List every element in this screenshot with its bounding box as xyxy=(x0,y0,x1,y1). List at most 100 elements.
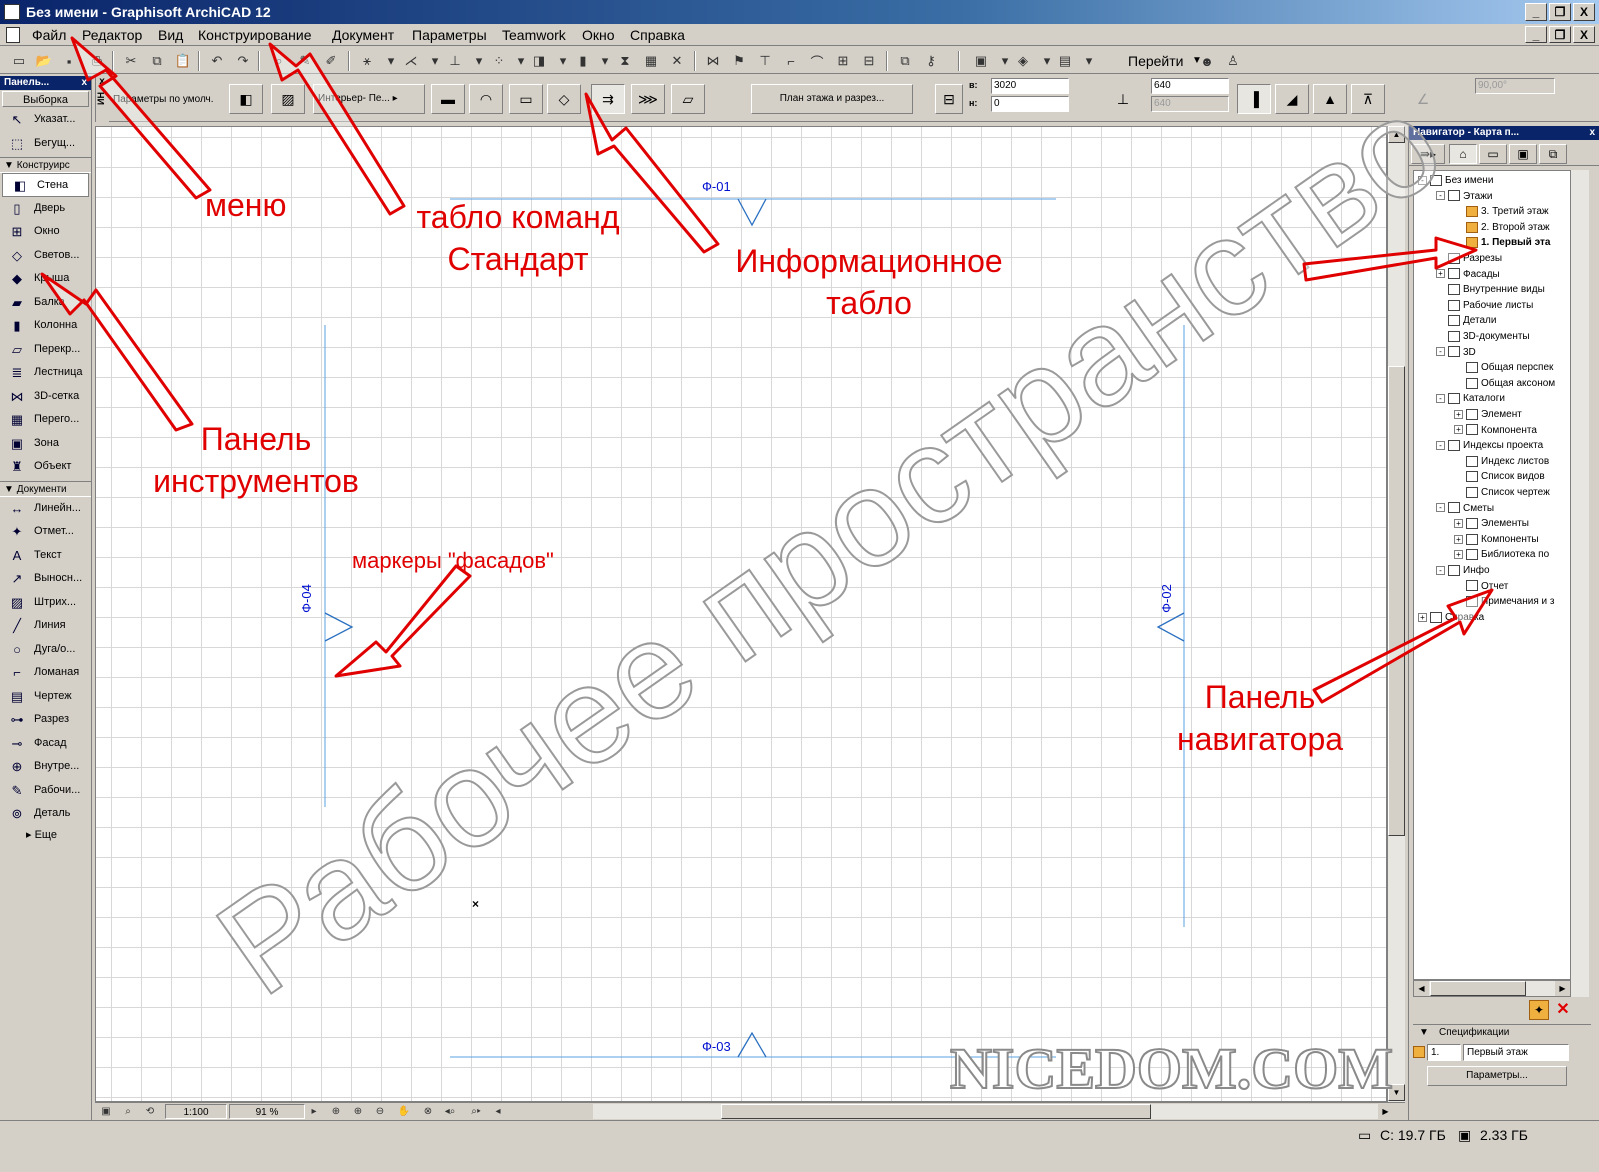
elevation-marker-top[interactable]: Ф-01 xyxy=(702,179,731,194)
dropdown-arrow-icon[interactable]: ▾ xyxy=(468,51,490,71)
zoom-out-icon[interactable]: ⊖ xyxy=(371,1104,389,1119)
navigator-close-icon[interactable]: x xyxy=(1589,126,1595,140)
tool-fill[interactable]: ▨ Штрих... xyxy=(0,591,91,615)
tree-item[interactable]: Список видов xyxy=(1454,469,1545,485)
scroll-up-button[interactable]: ▲ xyxy=(1388,126,1405,143)
tree-item[interactable]: 3D-документы xyxy=(1436,329,1530,345)
cross-icon[interactable]: ✕ xyxy=(666,51,688,71)
fillet-icon[interactable]: ⌒ xyxy=(806,51,828,71)
dropdown-arrow-icon[interactable]: ▾ xyxy=(1078,51,1100,71)
collapse-icon[interactable]: - xyxy=(1436,394,1445,404)
tool-wall[interactable]: ◧ Стена xyxy=(2,173,89,197)
find-select-icon[interactable]: ⌕ xyxy=(268,51,290,71)
scale-field[interactable]: 1:100 xyxy=(165,1104,227,1119)
tree-item[interactable]: Отчет xyxy=(1454,579,1508,595)
zoom-in-icon[interactable]: ⊕ xyxy=(349,1104,367,1119)
tree-item[interactable]: - Каталоги xyxy=(1436,391,1505,407)
tree-item[interactable]: + Библиотека по xyxy=(1454,547,1549,563)
pan-icon[interactable]: ✋ xyxy=(395,1104,413,1119)
grid-icon[interactable]: ▦ xyxy=(640,51,662,71)
nav-scroll-right[interactable]: ▶ xyxy=(1555,981,1570,996)
publisher-tab[interactable]: ⧉ xyxy=(1539,144,1567,164)
tool-level-dimension[interactable]: ✦ Отмет... xyxy=(0,520,91,544)
menu-options[interactable]: Параметры xyxy=(408,26,491,44)
hatch-icon[interactable]: ▨ xyxy=(271,84,305,114)
close-button[interactable]: X xyxy=(1573,3,1595,21)
nav-scroll-left[interactable]: ◀ xyxy=(1414,981,1429,996)
goto-button[interactable]: Перейти xyxy=(1128,51,1183,71)
intersect-icon[interactable]: ⌐ xyxy=(780,51,802,71)
tree-item[interactable]: + Элемент xyxy=(1454,407,1522,423)
canvas-vertical-scrollbar[interactable]: ▲ ▼ xyxy=(1387,126,1405,1102)
single-wall-icon[interactable]: ⇉ xyxy=(591,84,625,114)
zoom-tool-icon[interactable]: ⌕ xyxy=(119,1104,137,1119)
gravity-icon[interactable]: ⊥ xyxy=(444,51,466,71)
tool-detail[interactable]: ⊚ Деталь xyxy=(0,802,91,826)
tree-item[interactable]: - Индексы проекта xyxy=(1436,438,1543,454)
document-section-header[interactable]: ▼ Документи xyxy=(0,480,91,497)
tree-item[interactable]: + Компоненты xyxy=(1454,532,1539,548)
thickness-field[interactable]: 640 xyxy=(1151,78,1229,94)
tree-item[interactable]: + Справка xyxy=(1418,610,1484,626)
menu-design[interactable]: Конструирование xyxy=(194,26,316,44)
tool-dimension[interactable]: ↔ Линейн... xyxy=(0,497,91,521)
nav-h-thumb[interactable] xyxy=(1430,981,1526,996)
explore-icon[interactable]: ♙ xyxy=(1222,51,1244,71)
tree-item[interactable]: - 3D xyxy=(1436,345,1476,361)
view-map-tab[interactable]: ▭ xyxy=(1479,144,1507,164)
tool-arc[interactable]: ○ Дуга/о... xyxy=(0,638,91,662)
tool-window[interactable]: ⊞ Окно xyxy=(0,220,91,244)
trapezoid-wall-icon[interactable]: ▭ xyxy=(509,84,543,114)
magic-wand-icon[interactable]: ⚹ xyxy=(356,51,378,71)
grid-snap-icon[interactable]: ⁘ xyxy=(488,51,510,71)
offset-icon[interactable]: ⊟ xyxy=(858,51,880,71)
lock-icon[interactable]: ⚷ xyxy=(920,51,942,71)
story-name-field[interactable]: Первый этаж xyxy=(1463,1044,1569,1061)
minimize-button[interactable]: _ xyxy=(1525,3,1547,21)
h-scroll-thumb[interactable] xyxy=(721,1104,1151,1119)
cut-icon[interactable]: ✂ xyxy=(120,51,142,71)
tool-text[interactable]: A Текст xyxy=(0,544,91,568)
collapse-icon[interactable]: - xyxy=(1418,175,1427,185)
undo-icon[interactable]: ↶ xyxy=(206,51,228,71)
info-box-close-icon[interactable]: x xyxy=(96,76,108,88)
bottom-elevation-field[interactable]: 0 xyxy=(991,96,1069,112)
expand-icon[interactable]: + xyxy=(1454,425,1463,435)
layers-icon[interactable]: ◨ xyxy=(528,51,550,71)
collapse-icon[interactable]: - xyxy=(1436,441,1445,451)
view-icon[interactable]: ▣ xyxy=(97,1104,115,1119)
syringe-icon[interactable]: ✐ xyxy=(320,51,342,71)
menu-window[interactable]: Окно xyxy=(578,26,619,44)
tree-item[interactable]: + Компонента xyxy=(1454,423,1537,439)
tree-item[interactable]: - Сметы xyxy=(1436,501,1494,517)
tool-object[interactable]: ♜ Объект xyxy=(0,455,91,479)
tool-worksheet[interactable]: ✎ Рабочи... xyxy=(0,779,91,803)
selection-button[interactable]: Выборка xyxy=(2,91,89,107)
menu-view[interactable]: Вид xyxy=(154,26,187,44)
tool-skylight[interactable]: ◇ Светов... xyxy=(0,244,91,268)
tree-item[interactable]: Общая перспек xyxy=(1454,360,1553,376)
tree-item[interactable]: + Фасады xyxy=(1436,267,1500,283)
tool-curtain-wall[interactable]: ▦ Перего... xyxy=(0,408,91,432)
expand-icon[interactable]: + xyxy=(1454,409,1463,419)
elevation-marker-right[interactable]: Ф-02 xyxy=(1159,584,1174,613)
menu-help[interactable]: Справка xyxy=(626,26,689,44)
expand-icon[interactable]: + xyxy=(1436,269,1445,279)
tool-arrow[interactable]: ↖ Указат... xyxy=(0,108,91,132)
tool-polyline[interactable]: ⌐ Ломаная xyxy=(0,661,91,685)
more-tools-item[interactable]: ▸ Еще xyxy=(0,826,91,844)
tool-interior-elevation[interactable]: ⊕ Внутре... xyxy=(0,755,91,779)
dropdown-arrow-icon[interactable]: ▾ xyxy=(552,51,574,71)
zoom-menu-arrow[interactable]: ▸ xyxy=(305,1104,323,1119)
zoom-field[interactable]: 91 % xyxy=(229,1104,305,1119)
menu-file[interactable]: Файл xyxy=(28,26,70,44)
document-icon[interactable] xyxy=(6,27,20,43)
expand-icon[interactable]: + xyxy=(1454,519,1463,529)
wall-slanted-icon[interactable]: ◢ xyxy=(1275,84,1309,114)
save-icon[interactable]: ▪ xyxy=(58,51,80,71)
navigator-view-map-icon[interactable]: ⇛▸ xyxy=(1411,144,1445,164)
adjust-icon[interactable]: ⊤ xyxy=(754,51,776,71)
project-tree[interactable]: - Без имени - Этажи 3. Третий этаж 2. Второй … xyxy=(1413,170,1571,980)
tool-line[interactable]: ╱ Линия xyxy=(0,614,91,638)
tree-item[interactable]: 2. Второй этаж xyxy=(1454,220,1550,236)
